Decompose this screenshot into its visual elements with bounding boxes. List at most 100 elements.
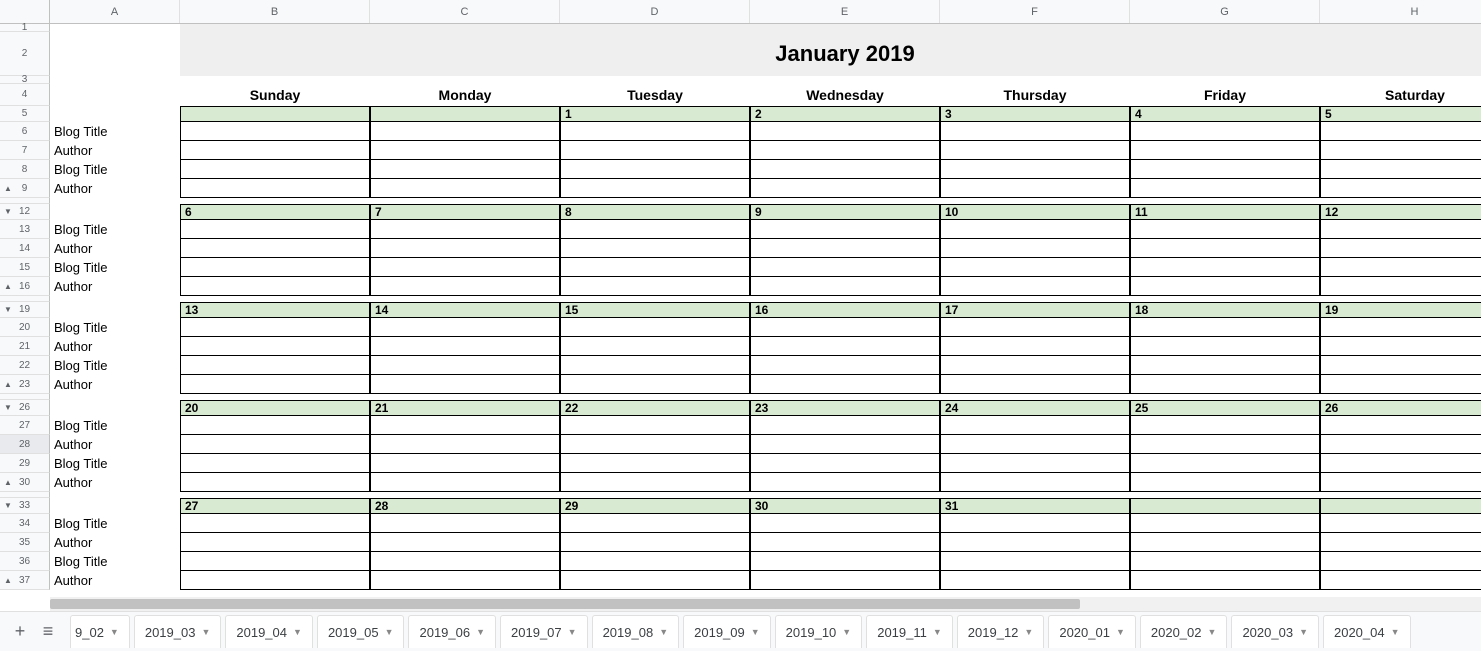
dow-saturday[interactable]: Saturday	[1320, 84, 1481, 106]
col-header-A[interactable]: A	[50, 0, 180, 23]
sheet-tab[interactable]: 2019_03▼	[134, 615, 222, 648]
calendar-entry-cell[interactable]	[180, 514, 370, 533]
calendar-entry-cell[interactable]	[1130, 356, 1320, 375]
sheet-tab[interactable]: 2019_11▼	[866, 615, 953, 648]
calendar-entry-cell[interactable]	[180, 239, 370, 258]
cell[interactable]	[50, 76, 180, 84]
sheet-tab[interactable]: 2019_09▼	[683, 615, 771, 648]
calendar-date-cell[interactable]: 5	[1320, 106, 1481, 122]
calendar-entry-cell[interactable]	[1320, 454, 1481, 473]
calendar-entry-cell[interactable]	[1320, 277, 1481, 296]
row-label-cell[interactable]: Author	[50, 435, 180, 454]
calendar-entry-cell[interactable]	[180, 454, 370, 473]
row-label-cell[interactable]: Blog Title	[50, 258, 180, 277]
calendar-entry-cell[interactable]	[560, 571, 750, 590]
calendar-entry-cell[interactable]	[560, 141, 750, 160]
calendar-date-cell[interactable]: 13	[180, 302, 370, 318]
calendar-date-cell[interactable]	[1320, 498, 1481, 514]
calendar-entry-cell[interactable]	[1320, 571, 1481, 590]
row-label-cell[interactable]: Blog Title	[50, 160, 180, 179]
dow-wednesday[interactable]: Wednesday	[750, 84, 940, 106]
calendar-entry-cell[interactable]	[750, 277, 940, 296]
calendar-date-cell[interactable]	[370, 106, 560, 122]
sheet-tab[interactable]: 2019_12▼	[957, 615, 1045, 648]
group-collapse-down-icon[interactable]: ▼	[4, 305, 12, 314]
calendar-entry-cell[interactable]	[1130, 122, 1320, 141]
row-label-cell[interactable]: Author	[50, 375, 180, 394]
calendar-date-cell[interactable]: 28	[370, 498, 560, 514]
calendar-entry-cell[interactable]	[1320, 160, 1481, 179]
chevron-down-icon[interactable]: ▼	[842, 627, 851, 637]
group-collapse-down-icon[interactable]: ▼	[4, 501, 12, 510]
row-header[interactable]: 34	[0, 514, 50, 533]
calendar-entry-cell[interactable]	[180, 122, 370, 141]
add-sheet-button[interactable]: +	[6, 618, 34, 646]
chevron-down-icon[interactable]: ▼	[568, 627, 577, 637]
calendar-date-cell[interactable]: 27	[180, 498, 370, 514]
calendar-entry-cell[interactable]	[560, 337, 750, 356]
calendar-entry-cell[interactable]	[1130, 179, 1320, 198]
calendar-entry-cell[interactable]	[1320, 514, 1481, 533]
calendar-entry-cell[interactable]	[750, 454, 940, 473]
row-label-cell[interactable]: Blog Title	[50, 552, 180, 571]
calendar-entry-cell[interactable]	[1320, 318, 1481, 337]
calendar-entry-cell[interactable]	[370, 375, 560, 394]
calendar-entry-cell[interactable]	[1320, 337, 1481, 356]
calendar-date-cell[interactable]: 2	[750, 106, 940, 122]
row-label-cell[interactable]: Blog Title	[50, 356, 180, 375]
calendar-date-cell[interactable]: 9	[750, 204, 940, 220]
row-label-cell[interactable]: Author	[50, 277, 180, 296]
sheet-tab[interactable]: 2020_02▼	[1140, 615, 1228, 648]
calendar-entry-cell[interactable]	[370, 514, 560, 533]
calendar-entry-cell[interactable]	[1130, 571, 1320, 590]
calendar-date-cell[interactable]: 24	[940, 400, 1130, 416]
calendar-entry-cell[interactable]	[1130, 160, 1320, 179]
calendar-entry-cell[interactable]	[940, 356, 1130, 375]
cell[interactable]	[50, 106, 180, 122]
group-collapse-up-icon[interactable]: ▲	[4, 478, 12, 487]
chevron-down-icon[interactable]: ▼	[659, 627, 668, 637]
sheet-tab[interactable]: 2020_01▼	[1048, 615, 1136, 648]
calendar-entry-cell[interactable]	[180, 160, 370, 179]
calendar-entry-cell[interactable]	[370, 239, 560, 258]
calendar-date-cell[interactable]: 31	[940, 498, 1130, 514]
calendar-entry-cell[interactable]	[940, 122, 1130, 141]
calendar-entry-cell[interactable]	[370, 122, 560, 141]
all-sheets-button[interactable]: ≡	[34, 618, 62, 646]
calendar-entry-cell[interactable]	[750, 318, 940, 337]
calendar-entry-cell[interactable]	[750, 258, 940, 277]
chevron-down-icon[interactable]: ▼	[1116, 627, 1125, 637]
row-label-cell[interactable]: Author	[50, 571, 180, 590]
row-header[interactable]: 20	[0, 318, 50, 337]
calendar-entry-cell[interactable]	[560, 552, 750, 571]
col-header-B[interactable]: B	[180, 0, 370, 23]
chevron-down-icon[interactable]: ▼	[201, 627, 210, 637]
calendar-entry-cell[interactable]	[940, 473, 1130, 492]
row-label-cell[interactable]: Author	[50, 533, 180, 552]
calendar-entry-cell[interactable]	[1320, 141, 1481, 160]
chevron-down-icon[interactable]: ▼	[385, 627, 394, 637]
row-header[interactable]: 29	[0, 454, 50, 473]
row-label-cell[interactable]: Author	[50, 473, 180, 492]
group-collapse-up-icon[interactable]: ▲	[4, 282, 12, 291]
sheet-tab[interactable]: 2019_04▼	[225, 615, 313, 648]
col-header-C[interactable]: C	[370, 0, 560, 23]
calendar-entry-cell[interactable]	[750, 552, 940, 571]
calendar-entry-cell[interactable]	[750, 356, 940, 375]
calendar-entry-cell[interactable]	[370, 258, 560, 277]
calendar-entry-cell[interactable]	[1130, 239, 1320, 258]
calendar-date-cell[interactable]: 16	[750, 302, 940, 318]
calendar-entry-cell[interactable]	[940, 552, 1130, 571]
row-header[interactable]: 7	[0, 141, 50, 160]
calendar-date-cell[interactable]: 8	[560, 204, 750, 220]
row-label-cell[interactable]: Blog Title	[50, 122, 180, 141]
calendar-date-cell[interactable]: 1	[560, 106, 750, 122]
calendar-entry-cell[interactable]	[1130, 473, 1320, 492]
calendar-entry-cell[interactable]	[180, 416, 370, 435]
calendar-entry-cell[interactable]	[180, 571, 370, 590]
col-header-G[interactable]: G	[1130, 0, 1320, 23]
calendar-entry-cell[interactable]	[370, 416, 560, 435]
sheet-tab[interactable]: 2019_05▼	[317, 615, 405, 648]
calendar-entry-cell[interactable]	[1320, 220, 1481, 239]
calendar-entry-cell[interactable]	[940, 277, 1130, 296]
